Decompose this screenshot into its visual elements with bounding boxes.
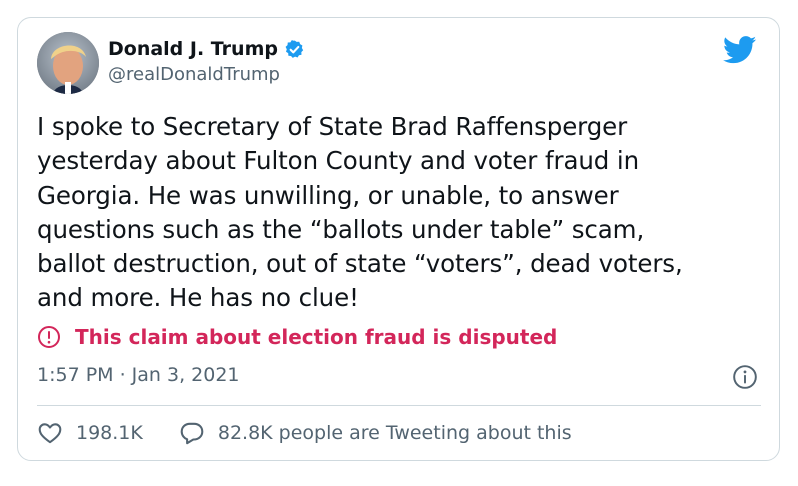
info-icon[interactable] bbox=[732, 364, 758, 390]
conversation-text: 82.8K people are Tweeting about this bbox=[217, 422, 572, 444]
avatar[interactable] bbox=[37, 32, 99, 94]
heart-icon bbox=[38, 423, 62, 444]
verified-badge-icon bbox=[285, 39, 304, 58]
disputed-label-row[interactable]: This claim about election fraud is dispu… bbox=[37, 322, 557, 352]
conversation-link[interactable]: 82.8K people are Tweeting about this bbox=[179, 420, 572, 446]
exclamation-circle-icon bbox=[38, 326, 60, 348]
user-handle[interactable]: @realDonaldTrump bbox=[108, 64, 280, 85]
tweet-text: I spoke to Secretary of State Brad Raffe… bbox=[37, 112, 683, 313]
like-count: 198.1K bbox=[76, 422, 143, 444]
avatar-image bbox=[37, 32, 99, 94]
like-button[interactable]: 198.1K bbox=[37, 420, 143, 446]
user-name-row[interactable]: Donald J. Trump bbox=[108, 37, 305, 61]
tweet-timestamp[interactable]: 1:57 PM · Jan 3, 2021 bbox=[37, 364, 240, 386]
disputed-label-link[interactable]: This claim about election fraud is dispu… bbox=[75, 325, 557, 349]
twitter-bird-icon[interactable] bbox=[723, 36, 757, 64]
speech-bubble-icon bbox=[180, 422, 204, 445]
divider bbox=[37, 405, 761, 406]
engagement-bar: 198.1K 82.8K people are Tweeting about t… bbox=[37, 419, 572, 447]
display-name[interactable]: Donald J. Trump bbox=[108, 38, 278, 60]
